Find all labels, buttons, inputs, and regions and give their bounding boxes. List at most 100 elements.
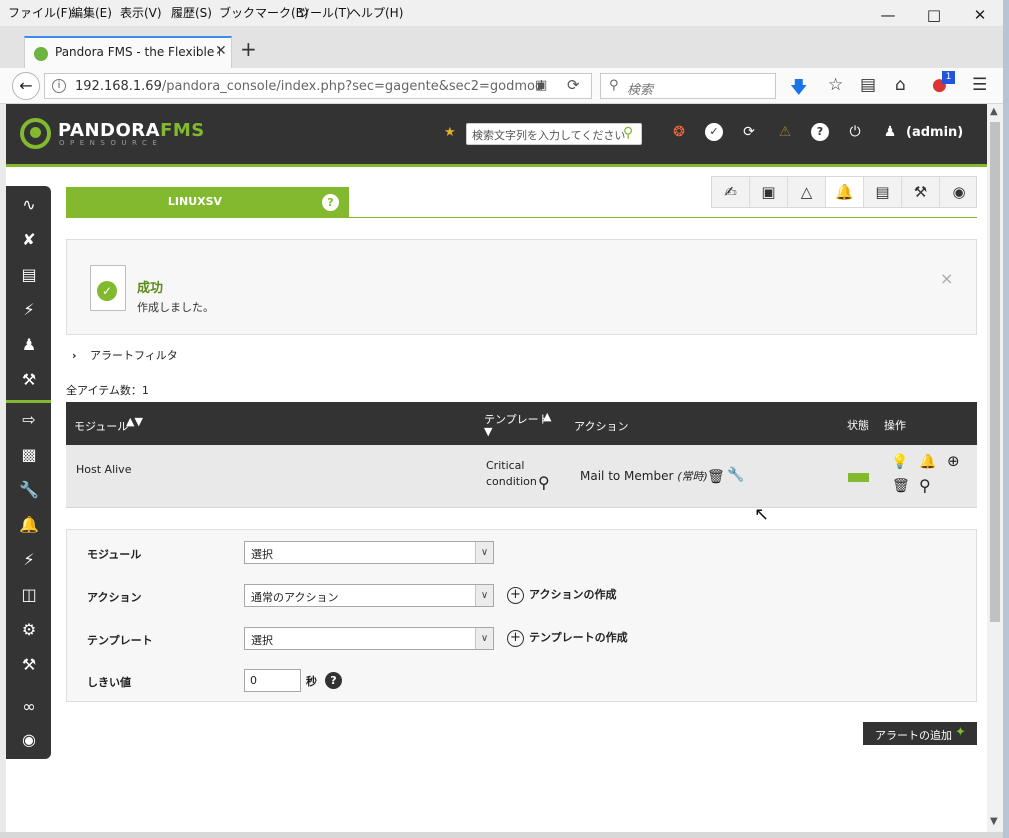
threshold-help-icon[interactable]: ? [325,672,342,689]
alerts-bell-icon[interactable]: 🔔 [18,514,40,536]
sort-template-up-icon[interactable]: ▲ [543,410,551,423]
standby-bulb-icon[interactable]: 💡 [891,454,908,470]
col-operations: 操作 [884,419,906,432]
menu-bookmarks[interactable]: ブックマーク(B) [219,4,309,21]
profiles-icon[interactable]: ▩ [18,444,40,466]
threshold-unit: 秒 [306,675,317,688]
table-header: モジュール ▲▼ テンプレート ▲ ▼ アクション 状態 操作 [66,402,977,445]
templates-tools-icon[interactable]: ⚒ [902,177,940,207]
servers-icon[interactable]: ◫ [18,584,40,606]
header-search-input[interactable]: 検索文字列を入力してください ⚲ [466,123,642,145]
hamburger-menu-icon[interactable]: ☰ [972,75,987,95]
browser-navbar: ← i 192.168.1.69/pandora_console/index.p… [0,68,1003,104]
disable-alert-bell-icon[interactable]: 🔔 [919,454,936,470]
threshold-input[interactable]: 0 [244,669,301,692]
reports-icon[interactable]: ▤ [18,264,40,286]
sort-template-down-icon[interactable]: ▼ [484,425,492,438]
sort-module-icon[interactable]: ▲▼ [126,415,143,428]
pandora-logo-icon[interactable] [20,118,51,149]
reload-icon[interactable]: ⟳ [567,76,580,94]
menu-edit[interactable]: 編集(E) [71,4,112,21]
tools-icon[interactable]: ⚒ [18,369,40,391]
action-select[interactable]: 通常のアクション ∨ [244,584,494,607]
menu-view[interactable]: 表示(V) [120,4,162,21]
user-icon[interactable]: ♟ [881,123,899,141]
download-icon[interactable]: 🡇 [790,75,807,104]
resources-icon[interactable]: ⇨ [18,409,40,431]
favorite-star-icon[interactable]: ★ [444,125,456,140]
refresh-icon[interactable]: ⟳ [740,123,758,141]
configuration-wrench-icon[interactable]: 🔧 [18,479,40,501]
power-icon[interactable]: ⏻ [846,123,864,141]
delete-alert-icon[interactable]: 🗑 [892,478,910,494]
scrollbar-thumb[interactable] [990,122,1000,622]
network-map-icon[interactable]: ✘ [18,229,40,251]
col-status: 状態 [847,419,869,432]
alerts-add-icon[interactable]: 🔔 [826,177,864,207]
module-select[interactable]: 選択 ∨ [244,541,494,564]
page-scrollbar[interactable]: ▲ ▼ [987,104,1003,832]
users-icon[interactable]: ♟ [18,334,40,356]
lifebuoy-icon[interactable]: ❂ [670,123,688,141]
home-icon[interactable]: ⌂ [895,75,906,95]
user-name[interactable]: (admin) [906,125,963,140]
chevron-down-icon: ∨ [475,628,493,649]
pandora-update-icon[interactable]: ◉ [18,729,40,751]
tab-close-icon[interactable]: ✕ [215,43,227,59]
agent-help-icon[interactable]: ? [322,194,339,211]
monitoring-pulse-icon[interactable]: ∿ [18,194,40,216]
wand-icon: ✦ [955,725,966,740]
maximize-button[interactable]: □ [912,2,956,28]
close-window-button[interactable]: ✕ [958,2,1002,28]
help-icon[interactable]: ? [811,123,829,141]
agent-toolbar: ✍ ▣ △ 🔔 ▤ ⚒ ◉ [711,176,977,208]
alert-filter-toggle[interactable]: › アラートフィルタ [72,347,178,363]
template-select[interactable]: 選択 ∨ [244,627,494,650]
delete-action-icon[interactable]: 🗑 [707,469,725,485]
view-eye-icon[interactable]: ◉ [940,177,978,207]
url-bar[interactable]: i 192.168.1.69/pandora_console/index.php… [44,73,592,99]
modules-shapes-icon[interactable]: △ [788,177,826,207]
admin-tools-icon[interactable]: ⚒ [18,654,40,676]
plus-circle-icon: + [507,629,524,647]
success-close-icon[interactable]: × [940,269,953,288]
info-icon[interactable]: i [52,79,66,93]
create-template-button[interactable]: + テンプレートの作成 [507,629,628,647]
scroll-down-icon[interactable]: ▼ [990,816,998,827]
view-alert-zoom-icon[interactable]: ⚲ [919,476,931,495]
add-alert-button[interactable]: アラートの追加 ✦ [863,722,977,745]
header-search-icon[interactable]: ⚲ [623,125,633,141]
template-search-icon[interactable]: ⚲ [538,473,550,492]
scroll-up-icon[interactable]: ▲ [990,106,998,117]
browser-tab[interactable]: Pandora FMS - the Flexible Monitoring Sy… [24,36,232,68]
back-button[interactable]: ← [12,72,40,100]
menu-tools[interactable]: ツール(T) [298,4,351,21]
new-tab-button[interactable]: + [240,37,257,61]
success-message: 作成しました。 [137,301,214,314]
add-action-plus-icon[interactable]: ⊕ [947,452,960,470]
menu-history[interactable]: 履歴(S) [171,4,212,21]
browser-search-input[interactable]: ⚲ 検索 [600,73,776,99]
monitor-add-icon[interactable]: ▤ [864,177,902,207]
events-config-icon[interactable]: ⚡ [18,549,40,571]
setup-wand-icon[interactable]: ✍ [712,177,750,207]
reader-view-icon[interactable]: ▣ [535,78,547,93]
edit-action-wrench-icon[interactable]: 🔧 [727,467,744,483]
chevron-right-icon: › [72,349,77,362]
warning-icon[interactable]: ⚠ [776,123,794,141]
events-bolt-icon[interactable]: ⚡ [18,299,40,321]
create-action-button[interactable]: + アクションの作成 [507,586,616,604]
settings-gear-icon[interactable]: ⚙ [18,619,40,641]
background-window-edge [1003,0,1009,838]
network-icon[interactable]: ▣ [750,177,788,207]
links-icon[interactable]: ∞ [18,696,40,718]
minimize-button[interactable]: — [866,2,910,28]
check-status-icon[interactable]: ✓ [705,123,723,141]
agent-name: LINUXSV [167,195,223,208]
reading-list-icon[interactable]: ▤ [860,75,876,95]
browser-tabbar: Pandora FMS - the Flexible Monitoring Sy… [0,26,1003,68]
menu-file[interactable]: ファイル(F) [8,4,72,21]
chevron-down-icon: ∨ [475,585,493,606]
menu-help[interactable]: ヘルプ(H) [349,4,403,21]
bookmark-star-icon[interactable]: ☆ [828,75,843,95]
